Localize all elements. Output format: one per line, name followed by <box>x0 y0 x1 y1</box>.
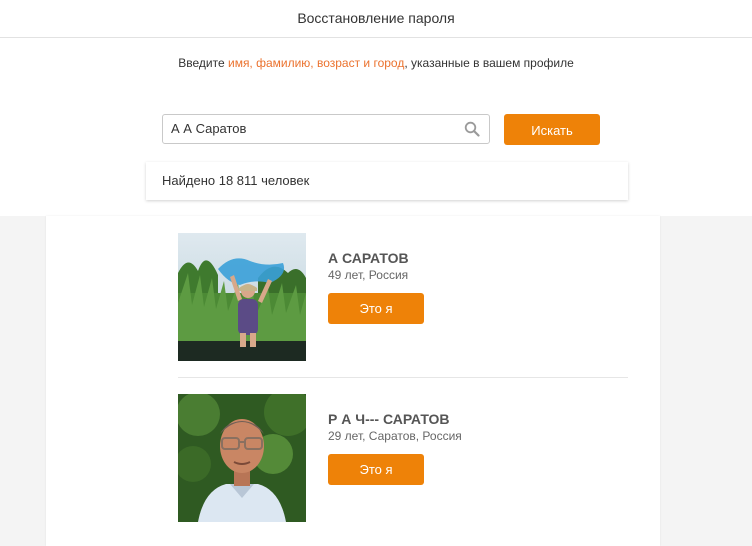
top-panel: Восстановление пароля Введите имя, фамил… <box>0 0 752 216</box>
instructions-suffix: , указанные в вашем профиле <box>404 56 574 70</box>
result-info: 49 лет, Россия <box>328 268 409 282</box>
divider <box>178 377 628 378</box>
search-input[interactable] <box>171 115 456 143</box>
search-button[interactable]: Искать <box>504 114 600 145</box>
instructions-prefix: Введите <box>178 56 228 70</box>
this-is-me-button[interactable]: Это я <box>328 454 424 485</box>
instructions-text: Введите имя, фамилию, возраст и город, у… <box>176 54 576 72</box>
result-item: Р А Ч--- САРАТОВ 29 лет, Саратов, Россия… <box>178 394 628 522</box>
this-is-me-button[interactable]: Это я <box>328 293 424 324</box>
profile-photo[interactable] <box>178 233 306 361</box>
results-panel: А САРАТОВ 49 лет, Россия Это я Р А Ч--- … <box>46 216 660 546</box>
page-title: Восстановление пароля <box>0 0 752 38</box>
result-name[interactable]: Р А Ч--- САРАТОВ <box>328 411 450 427</box>
result-name[interactable]: А САРАТОВ <box>328 250 409 266</box>
profile-photo[interactable] <box>178 394 306 522</box>
instructions-highlight: имя, фамилию, возраст и город <box>227 56 405 70</box>
search-box[interactable] <box>162 114 490 144</box>
result-item: А САРАТОВ 49 лет, Россия Это я <box>178 233 628 361</box>
results-count: Найдено 18 811 человек <box>146 162 628 200</box>
result-info: 29 лет, Саратов, Россия <box>328 429 462 443</box>
search-icon[interactable] <box>464 121 480 137</box>
